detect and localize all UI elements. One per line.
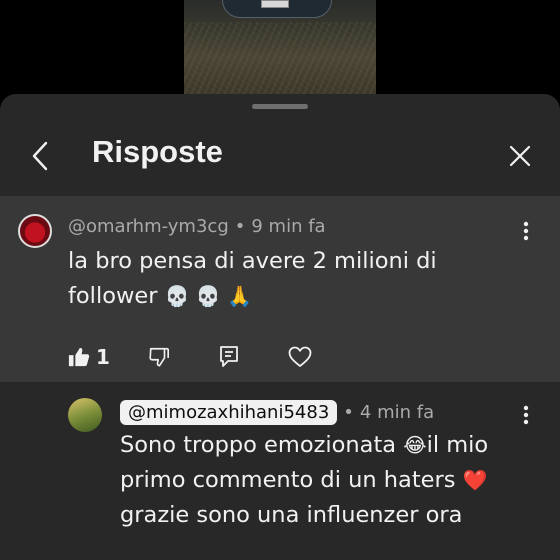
- reply-line-3: grazie sono una influenzer ora: [120, 502, 463, 528]
- drag-handle[interactable]: [252, 104, 308, 109]
- reply-line-1-text: Sono troppo emozionata: [120, 432, 397, 458]
- close-button[interactable]: [502, 138, 538, 174]
- comment-time: 9 min fa: [251, 216, 326, 237]
- sheet-title: Risposte: [92, 134, 223, 169]
- reply-line-2: primo commento di un haters ❤️: [120, 463, 540, 498]
- reply-meta: @mimozaxhihani5483 • 4 min fa: [120, 400, 434, 425]
- avatar[interactable]: [68, 398, 102, 432]
- reply-line-1-tail: il mio: [426, 432, 489, 458]
- sheet-header: Risposte: [0, 116, 560, 198]
- reply-author-pill[interactable]: @mimozaxhihani5483: [120, 400, 338, 425]
- more-vert-icon: [523, 221, 529, 241]
- reply-icon: [220, 346, 238, 367]
- reply-text: Sono troppo emozionata 😂il mio primo com…: [120, 428, 540, 533]
- reply-line-2-emoji: ❤️: [462, 468, 488, 492]
- reply-line-1: Sono troppo emozionata 😂il mio: [120, 428, 540, 463]
- heart-icon: [288, 346, 312, 367]
- comment-text: la bro pensa di avere 2 milioni di follo…: [68, 244, 508, 314]
- reply-actions: [240, 548, 400, 560]
- comment-emojis: 💀 💀 🙏: [164, 284, 253, 308]
- back-button[interactable]: [22, 138, 58, 174]
- close-icon: [509, 145, 531, 167]
- dislike-button[interactable]: [148, 342, 170, 372]
- back-icon: [32, 141, 48, 171]
- heart-button[interactable]: [288, 342, 312, 372]
- more-vert-icon: [523, 405, 529, 425]
- reply-time: 4 min fa: [359, 402, 435, 423]
- avatar[interactable]: [18, 214, 52, 248]
- meta-separator: •: [234, 216, 246, 237]
- video-thumbnail[interactable]: [184, 0, 376, 95]
- comment-author[interactable]: @omarhm-ym3cg: [68, 216, 229, 237]
- replies-sheet: Risposte @omarhm-ym3cg • 9 min fa la bro…: [0, 94, 560, 560]
- reply-more-button[interactable]: [514, 400, 538, 430]
- meta-separator: •: [343, 402, 354, 423]
- like-button[interactable]: 1: [68, 342, 110, 372]
- reply-line-2-text: primo commento di un haters: [120, 467, 456, 493]
- comment-more-button[interactable]: [514, 216, 538, 246]
- comment-actions: 1: [68, 342, 328, 372]
- reply-button[interactable]: [218, 342, 240, 372]
- thumb-down-icon: [149, 347, 169, 367]
- reply-comment: @mimozaxhihani5483 • 4 min fa Sono tropp…: [0, 382, 560, 560]
- thumbnail-plate: [261, 0, 289, 8]
- thumb-up-filled-icon: [68, 347, 90, 367]
- comment-body: la bro pensa di avere 2 milioni di follo…: [68, 248, 437, 309]
- like-count: 1: [96, 345, 110, 369]
- reply-line-1-emoji: 😂: [403, 433, 427, 457]
- thumbnail-ground: [184, 22, 376, 95]
- comment-meta: @omarhm-ym3cg • 9 min fa: [68, 216, 326, 237]
- parent-comment: @omarhm-ym3cg • 9 min fa la bro pensa di…: [0, 196, 560, 382]
